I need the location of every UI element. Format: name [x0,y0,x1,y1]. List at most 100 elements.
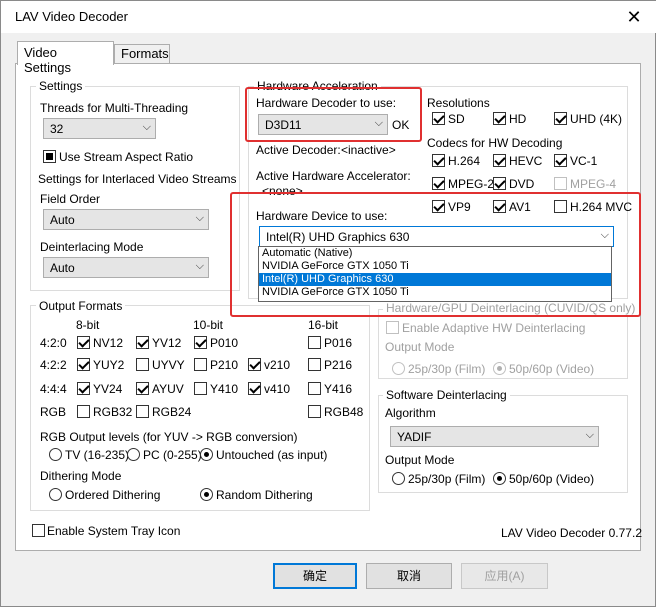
stream-aspect-checkbox[interactable] [43,150,56,163]
res-sd-checkbox[interactable] [432,112,445,125]
fmt-rgb24-label: RGB24 [152,405,192,419]
hw-deint-video-label: 50p/60p (Video) [509,362,595,376]
codec-vc1-checkbox[interactable] [554,154,567,167]
threads-label: Threads for Multi-Threading [40,101,189,115]
sw-deint-film-label: 25p/30p (Film) [408,472,486,486]
sw-deint-video-radio[interactable] [493,472,506,485]
rgb-pc-label: PC (0-255) [143,448,202,462]
row-rgb-label: RGB [40,405,67,419]
field-order-value: Auto [50,213,75,227]
fmt-yuy2-checkbox[interactable] [77,358,90,371]
field-order-select[interactable]: Auto ⌵ [43,209,209,230]
codec-hevc-checkbox[interactable] [493,154,506,167]
fmt-y410-label: Y410 [210,382,239,396]
dropdown-option[interactable]: NVIDIA GeForce GTX 1050 Ti [259,286,611,299]
codec-h264-label: H.264 [448,154,481,168]
codec-mpeg2-label: MPEG-2 [448,177,495,191]
hw-deint-adaptive-label: Enable Adaptive HW Deinterlacing [402,321,586,335]
fmt-p216-label: P216 [324,358,353,372]
close-icon[interactable]: ✕ [619,3,649,31]
rgb-untouched-radio[interactable] [200,448,213,461]
hw-deint-film-radio[interactable] [392,362,405,375]
codec-mpeg4-label: MPEG-4 [570,177,617,191]
fmt-ayuv-checkbox[interactable] [136,382,149,395]
tab-formats[interactable]: Formats [114,44,170,63]
codec-dvd-label: DVD [509,177,535,191]
codec-mpeg4-checkbox[interactable] [554,177,567,190]
fmt-rgb48-checkbox[interactable] [308,405,321,418]
fmt-rgb24-checkbox[interactable] [136,405,149,418]
fmt-v210-checkbox[interactable] [248,358,261,371]
fmt-v410-checkbox[interactable] [248,382,261,395]
fmt-p210-checkbox[interactable] [194,358,207,371]
fmt-ayuv-label: AYUV [152,382,184,396]
codec-mpeg2-checkbox[interactable] [432,177,445,190]
algorithm-value: YADIF [397,430,432,444]
fmt-yv24-label: YV24 [93,382,123,396]
dropdown-option-selected[interactable]: Intel(R) UHD Graphics 630 [259,273,611,286]
row-444-label: 4:4:4 [40,382,67,396]
chevron-down-icon: ⌵ [195,212,204,224]
rgb-levels-label: RGB Output levels (for YUV -> RGB conver… [40,430,298,444]
hw-deint-video-radio[interactable] [493,362,506,375]
fmt-uyvy-checkbox[interactable] [136,358,149,371]
active-accel-label: Active Hardware Accelerator: [256,169,411,183]
interlaced-settings-label: Settings for Interlaced Video Streams [38,172,237,186]
hw-device-dropdown-list[interactable]: Automatic (Native) NVIDIA GeForce GTX 10… [258,246,612,302]
fmt-y410-checkbox[interactable] [194,382,207,395]
hw-deint-film-label: 25p/30p (Film) [408,362,486,376]
fmt-v410-label: v410 [264,382,291,396]
fmt-p016-checkbox[interactable] [308,336,321,349]
fmt-yv24-checkbox[interactable] [77,382,90,395]
tab-video-settings[interactable]: Video Settings [17,41,114,75]
row-420-label: 4:2:0 [40,336,67,350]
algorithm-label: Algorithm [385,406,436,420]
dither-ordered-radio[interactable] [49,488,62,501]
hw-deint-output-mode-label: Output Mode [385,340,455,354]
algorithm-select[interactable]: YADIF ⌵ [390,426,599,447]
codec-hevc-label: HEVC [509,154,543,168]
dither-random-label: Random Dithering [216,488,313,502]
chevron-down-icon: ⌵ [585,429,594,441]
dropdown-option[interactable]: NVIDIA GeForce GTX 1050 Ti [259,260,611,273]
dither-random-radio[interactable] [200,488,213,501]
fmt-yv12-checkbox[interactable] [136,336,149,349]
dropdown-option[interactable]: Automatic (Native) [259,247,611,260]
deint-mode-select[interactable]: Auto ⌵ [43,257,209,278]
fmt-rgb32-checkbox[interactable] [77,405,90,418]
dither-label: Dithering Mode [40,469,122,483]
ok-button[interactable]: 确定 [273,563,357,589]
tray-icon-checkbox[interactable] [32,524,45,537]
fmt-p010-label: P010 [210,336,239,350]
fmt-rgb32-label: RGB32 [93,405,133,419]
sw-deint-film-radio[interactable] [392,472,405,485]
highlight-hw-decoder [245,87,422,142]
res-sd-label: SD [448,112,465,126]
settings-group-label: Settings [36,79,86,93]
fmt-nv12-label: NV12 [93,336,124,350]
fmt-y416-checkbox[interactable] [308,382,321,395]
fmt-yuy2-label: YUY2 [93,358,125,372]
codec-h264-checkbox[interactable] [432,154,445,167]
fmt-nv12-checkbox[interactable] [77,336,90,349]
stream-aspect-label: Use Stream Aspect Ratio [59,150,194,164]
sw-deint-video-label: 50p/60p (Video) [509,472,595,486]
row-422-label: 4:2:2 [40,358,67,372]
lav-dialog-window: LAV Video Decoder ✕ Video Settings Forma… [0,0,656,607]
res-uhd-checkbox[interactable] [554,112,567,125]
threads-select[interactable]: 32 ⌵ [43,118,156,139]
title-bar: LAV Video Decoder ✕ [1,1,656,33]
fmt-p010-checkbox[interactable] [194,336,207,349]
res-hd-checkbox[interactable] [493,112,506,125]
resolutions-label: Resolutions [427,96,490,110]
rgb-tv-radio[interactable] [49,448,62,461]
sw-deint-output-mode-label: Output Mode [385,453,455,467]
fmt-rgb48-label: RGB48 [324,405,364,419]
codec-dvd-checkbox[interactable] [493,177,506,190]
rgb-pc-radio[interactable] [127,448,140,461]
cancel-button[interactable]: 取消 [366,563,452,589]
output-formats-group-label: Output Formats [36,299,126,313]
hw-deint-adaptive-checkbox[interactable] [386,321,399,334]
apply-button[interactable]: 应用(A) [461,563,548,589]
fmt-p216-checkbox[interactable] [308,358,321,371]
